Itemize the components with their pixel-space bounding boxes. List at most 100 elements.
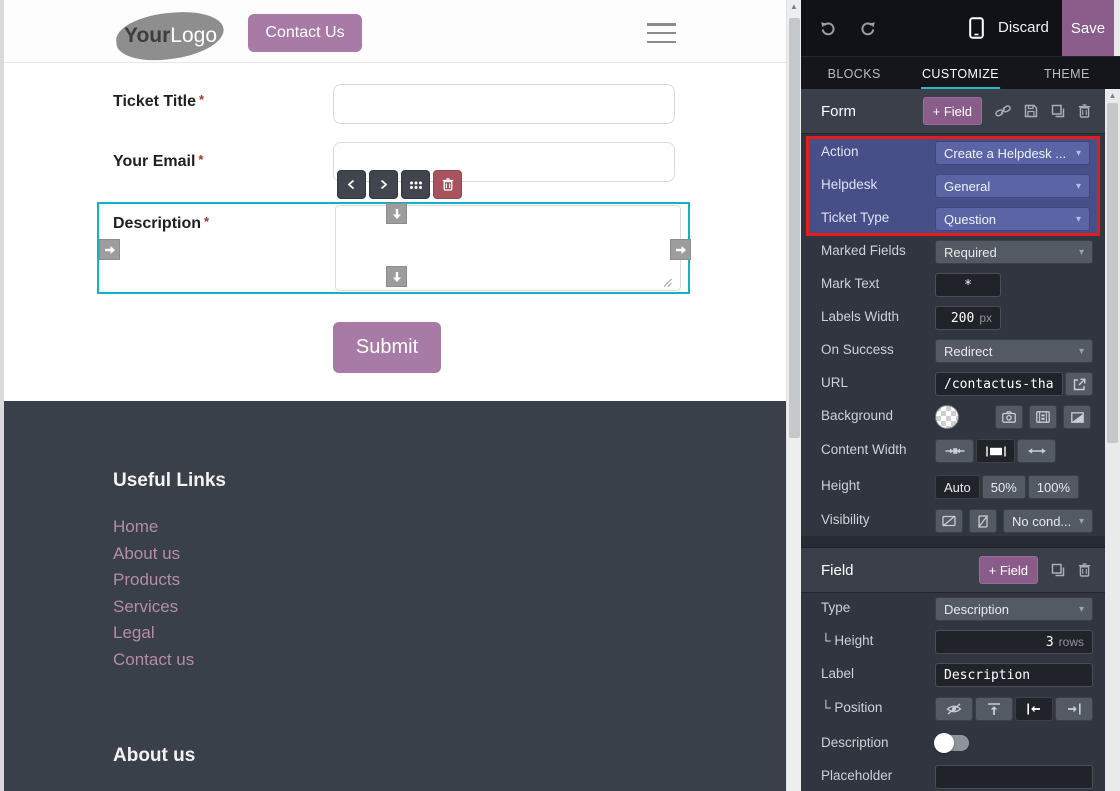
background-video-button[interactable]	[1029, 405, 1057, 429]
hamburger-menu-icon[interactable]	[647, 23, 676, 43]
position-top-button[interactable]	[975, 697, 1013, 721]
chevron-down-icon: ▾	[1079, 247, 1084, 258]
trash-icon[interactable]	[1078, 104, 1091, 118]
scroll-up-icon[interactable]: ▲	[1105, 91, 1120, 100]
chevron-down-icon: ▾	[1076, 181, 1081, 192]
open-url-button[interactable]	[1065, 372, 1093, 396]
tab-blocks[interactable]: BLOCKS	[801, 57, 907, 90]
site-header: YourLogo Contact Us	[4, 0, 786, 63]
position-hidden-button[interactable]	[935, 697, 973, 721]
type-select[interactable]: Description▾	[935, 597, 1093, 621]
content-width-regular-button[interactable]	[976, 439, 1015, 463]
resize-handle-icon[interactable]	[663, 278, 672, 287]
ticket-type-select[interactable]: Question▾	[935, 207, 1090, 231]
visibility-mobile-button[interactable]	[969, 509, 997, 533]
discard-button[interactable]: Discard	[998, 19, 1049, 36]
content-width-row: Content Width	[801, 439, 1105, 463]
drag-handle-grid-icon[interactable]	[401, 170, 430, 199]
panel-scrollbar[interactable]: ▲	[1105, 89, 1120, 791]
description-label: Description*	[113, 214, 209, 233]
marked-fields-row: Marked Fields Required▾	[801, 240, 1105, 264]
scroll-up-icon[interactable]: ▲	[787, 2, 801, 11]
url-label: URL	[821, 375, 848, 390]
height-50-button[interactable]: 50%	[982, 475, 1026, 499]
field-label-input[interactable]: Description	[935, 663, 1093, 687]
extend-right-left-handle[interactable]	[99, 239, 120, 260]
chevron-down-icon: ▾	[1079, 516, 1084, 527]
contact-us-button[interactable]: Contact Us	[248, 14, 362, 52]
save-button[interactable]: Save	[1062, 0, 1114, 56]
field-add-field-button[interactable]: + Field	[979, 556, 1038, 584]
type-row: Type Description▾	[801, 597, 1105, 621]
extend-down-top-handle[interactable]	[386, 203, 407, 224]
redo-icon[interactable]	[859, 19, 877, 37]
url-input[interactable]: /contactus-tha	[935, 372, 1063, 396]
duplicate-icon[interactable]	[1051, 563, 1065, 577]
trash-icon[interactable]	[1078, 563, 1091, 577]
position-left-button[interactable]	[1015, 697, 1053, 721]
visibility-condition-select[interactable]: No cond...▾	[1003, 509, 1093, 533]
ticket-title-label: Ticket Title*	[113, 92, 204, 111]
height-100-button[interactable]: 100%	[1028, 475, 1079, 499]
background-shape-button[interactable]	[1063, 405, 1091, 429]
placeholder-label: Placeholder	[821, 768, 892, 783]
type-label: Type	[821, 600, 850, 615]
height-auto-button[interactable]: Auto	[935, 475, 980, 499]
move-left-button[interactable]	[337, 170, 366, 199]
on-success-select[interactable]: Redirect▾	[935, 339, 1093, 363]
background-row: Background	[801, 405, 1105, 429]
mobile-preview-icon[interactable]	[969, 17, 984, 39]
about-us-title: About us	[113, 745, 195, 767]
extend-down-bottom-handle[interactable]	[386, 266, 407, 287]
panel-scrollbar-thumb[interactable]	[1107, 103, 1118, 443]
field-height-input[interactable]: 3rows	[935, 630, 1093, 654]
action-row: Action Create a Helpdesk ...▾	[801, 141, 1105, 165]
footer-link-legal[interactable]: Legal	[113, 623, 155, 643]
link-icon[interactable]	[995, 104, 1011, 118]
action-select[interactable]: Create a Helpdesk ...▾	[935, 141, 1090, 165]
field-section-title: Field	[821, 562, 854, 579]
helpdesk-label: Helpdesk	[821, 177, 877, 192]
labels-width-input[interactable]: 200px	[935, 306, 1001, 330]
marked-fields-select[interactable]: Required▾	[935, 240, 1093, 264]
tab-theme[interactable]: THEME	[1014, 57, 1120, 90]
background-color-swatch[interactable]	[935, 405, 959, 429]
email-label: Your Email*	[113, 152, 203, 171]
add-field-button[interactable]: + Field	[923, 97, 982, 125]
content-width-full-button[interactable]	[1017, 439, 1056, 463]
content-width-small-button[interactable]	[935, 439, 974, 463]
height-options: Auto 50% 100%	[935, 475, 1095, 499]
rows-unit: rows	[1059, 635, 1084, 649]
visibility-row: Visibility No cond...▾	[801, 509, 1105, 533]
footer-link-home[interactable]: Home	[113, 517, 158, 537]
duplicate-icon[interactable]	[1051, 104, 1065, 118]
background-image-button[interactable]	[995, 405, 1023, 429]
site-logo[interactable]: YourLogo	[114, 7, 226, 64]
preview-scrollbar[interactable]: ▲	[786, 0, 801, 791]
visibility-label: Visibility	[821, 512, 870, 527]
helpdesk-select[interactable]: General▾	[935, 174, 1090, 198]
submit-button[interactable]: Submit	[333, 322, 441, 373]
position-right-button[interactable]	[1055, 697, 1093, 721]
delete-field-button[interactable]	[433, 170, 462, 199]
undo-icon[interactable]	[819, 19, 837, 37]
visibility-desktop-button[interactable]	[935, 509, 963, 533]
preview-scrollbar-thumb[interactable]	[789, 18, 800, 438]
footer-link-contact[interactable]: Contact us	[113, 650, 194, 670]
mark-text-input[interactable]: *	[935, 273, 1001, 297]
tab-customize[interactable]: CUSTOMIZE	[907, 57, 1013, 90]
description-toggle[interactable]	[935, 735, 969, 751]
logo-part-logo: Logo	[170, 24, 217, 47]
footer-link-services[interactable]: Services	[113, 597, 178, 617]
ticket-title-input[interactable]	[333, 84, 675, 124]
on-success-row: On Success Redirect▾	[801, 339, 1105, 363]
corner-glyph: └	[821, 700, 831, 715]
placeholder-input[interactable]	[935, 765, 1093, 789]
footer-link-products[interactable]: Products	[113, 570, 180, 590]
site-logo-text: YourLogo	[124, 24, 217, 48]
save-snippet-icon[interactable]	[1024, 104, 1038, 118]
move-right-button[interactable]	[369, 170, 398, 199]
footer-link-about[interactable]: About us	[113, 544, 180, 564]
extend-right-right-handle[interactable]	[670, 239, 691, 260]
placeholder-row: Placeholder	[801, 765, 1105, 789]
